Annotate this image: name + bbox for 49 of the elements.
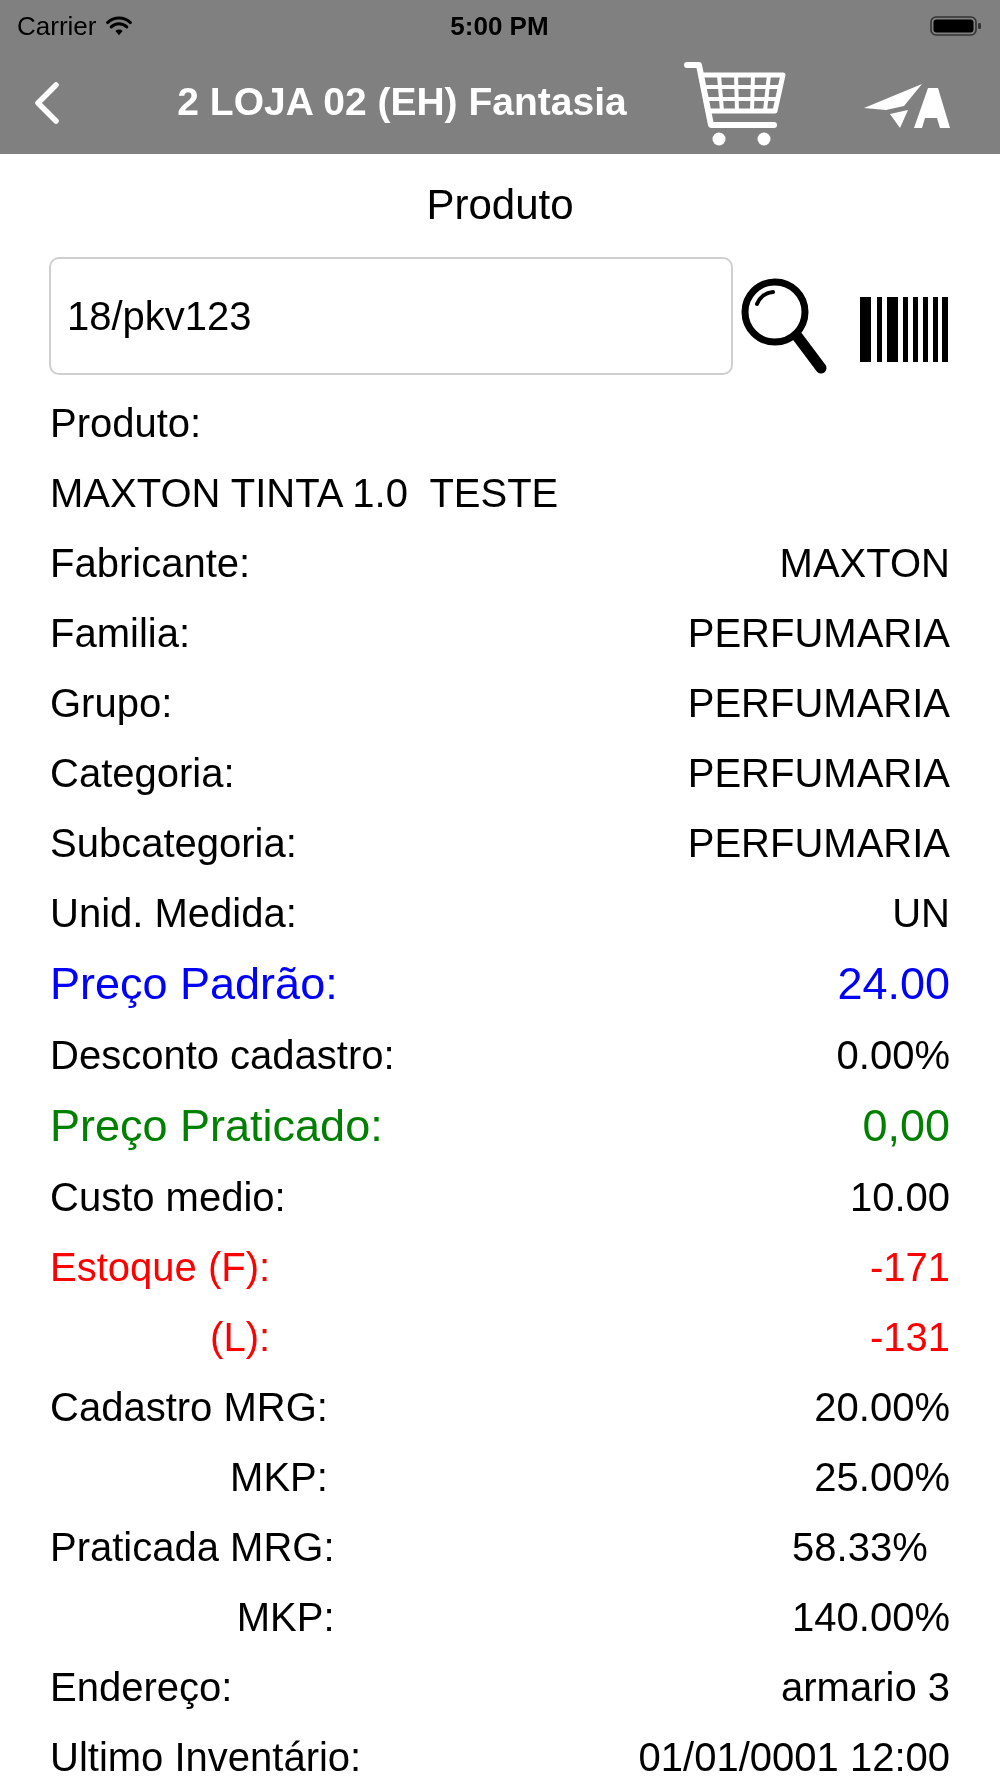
field-label: Subcategoria: — [50, 820, 297, 866]
field-label: Familia: — [50, 610, 191, 656]
field-value: 0,00 — [862, 1100, 950, 1152]
field-value: 0.00% — [836, 1032, 950, 1078]
field-value: 58.33% — [792, 1524, 929, 1570]
field-label: Custo medio: — [50, 1174, 286, 1220]
field-value: MAXTON — [779, 540, 950, 586]
field-label: Fabricante: — [50, 540, 251, 586]
field-value: UN — [892, 890, 950, 936]
field-label: Praticada MRG: — [50, 1524, 335, 1570]
battery-icon — [930, 15, 982, 36]
field-label: MKP: — [230, 1454, 328, 1500]
field-label: Preço Praticado: — [50, 1100, 383, 1152]
field-value: 24.00 — [837, 958, 950, 1010]
field-label: Categoria: — [50, 750, 235, 796]
cart-icon[interactable] — [684, 60, 786, 147]
page-title: Produto — [426, 181, 574, 230]
field-value: armario 3 — [781, 1664, 950, 1710]
wifi-icon — [106, 15, 133, 36]
field-value: 140.00% — [792, 1594, 950, 1640]
field-label: Grupo: — [50, 680, 173, 726]
field-value: PERFUMARIA — [687, 610, 950, 656]
product-name: MAXTON TINTA 1.0 TESTE — [50, 470, 559, 516]
field-value: 10.00 — [849, 1174, 950, 1220]
field-value: 01/01/0001 12:00 — [638, 1734, 950, 1778]
field-value: PERFUMARIA — [687, 820, 950, 866]
field-value: PERFUMARIA — [687, 680, 950, 726]
field-label: Produto: — [50, 400, 202, 446]
field-label: Estoque (F): — [50, 1244, 271, 1290]
field-label: MKP: — [236, 1594, 335, 1640]
chevron-left-icon — [33, 80, 61, 125]
barcode-icon[interactable] — [860, 297, 948, 362]
field-label: Preço Padrão: — [50, 958, 338, 1010]
status-time: 5:00 PM — [450, 12, 549, 39]
field-value: 20.00% — [814, 1384, 950, 1430]
field-label: (L): — [210, 1314, 271, 1360]
field-value: -131 — [869, 1314, 950, 1360]
search-field[interactable]: 18/pkv123 — [49, 257, 733, 375]
field-label: Ultimo Inventário: — [50, 1734, 362, 1778]
carrier-label: Carrier — [17, 12, 97, 39]
field-label: Endereço: — [50, 1664, 233, 1710]
logo-icon[interactable] — [864, 81, 950, 130]
field-value: 25.00% — [814, 1454, 950, 1500]
field-label: Unid. Medida: — [50, 890, 297, 936]
field-value: -171 — [869, 1244, 950, 1290]
field-label: Desconto cadastro: — [50, 1032, 395, 1078]
field-label: Cadastro MRG: — [50, 1384, 328, 1430]
field-value: PERFUMARIA — [687, 750, 950, 796]
nav-title: 2 LOJA 02 (EH) Fantasia — [177, 80, 627, 125]
